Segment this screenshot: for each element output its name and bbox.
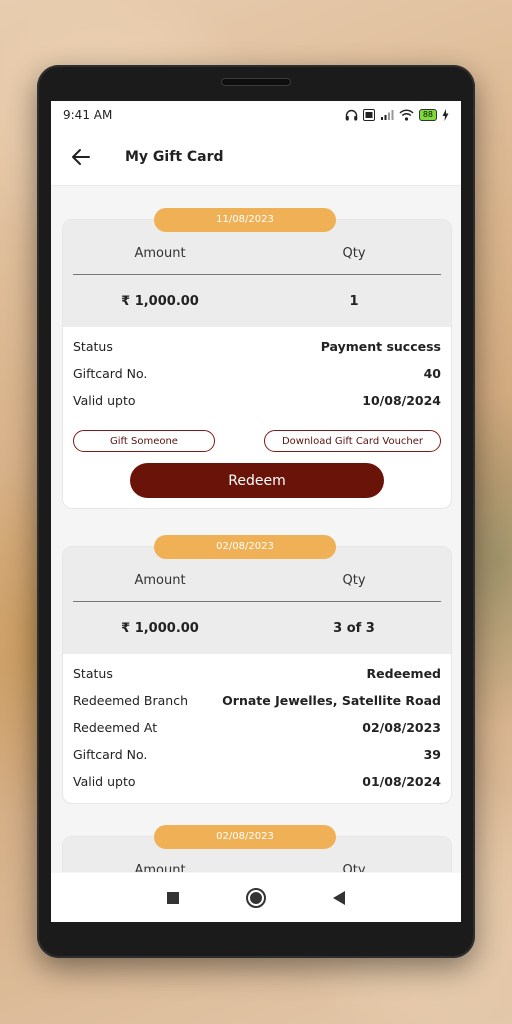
qty-header: Qty: [342, 862, 366, 873]
status-value: Payment success: [320, 339, 441, 354]
redeemed-branch-label: Redeemed Branch: [73, 693, 188, 708]
volte-icon: [362, 109, 375, 121]
phone-speaker: [221, 78, 291, 86]
recents-button[interactable]: [158, 883, 188, 913]
home-circle-icon: [245, 887, 266, 908]
card-header: Amount Qty ₹ 1,000.00 3 of 3: [63, 547, 451, 654]
amount-value: ₹ 1,000.00: [121, 293, 199, 309]
card-header: Amount Qty ₹ 1,000.00 1: [63, 220, 451, 327]
card-date-badge: 11/08/2023: [154, 208, 336, 232]
system-nav-bar: [51, 873, 461, 922]
amount-header: Amount: [134, 572, 186, 588]
signal-icon: [380, 110, 394, 120]
redeemed-branch-value: Ornate Jewelles, Satellite Road: [222, 693, 441, 708]
qty-value: 1: [349, 293, 359, 309]
giftcard-no-value: 39: [423, 747, 441, 762]
card-details: Status Redeemed Redeemed Branch Ornate J…: [63, 654, 451, 803]
status-label: Status: [73, 666, 113, 681]
back-button[interactable]: [67, 143, 95, 171]
gift-card: Amount Qty ₹ 1,000.00 1 Status Payment s…: [62, 219, 452, 509]
card-column-headers: Amount Qty: [63, 559, 451, 601]
arrow-left-icon: [72, 149, 90, 165]
gift-card: Amount Qty ₹ 1,000.00 3 of 3 Status Rede…: [62, 546, 452, 804]
status-icons: 88: [345, 109, 449, 121]
qty-header: Qty: [342, 572, 366, 588]
qty-value: 3 of 3: [333, 620, 375, 636]
detail-row-valid-upto: Valid upto 10/08/2024: [73, 387, 441, 414]
giftcard-no-label: Giftcard No.: [73, 366, 148, 381]
battery-icon: 88: [418, 109, 437, 121]
headphones-icon: [345, 109, 358, 121]
redeemed-at-label: Redeemed At: [73, 720, 158, 735]
back-triangle-icon: [333, 890, 346, 905]
phone-frame: 9:41 AM 88 My Gift Card 11/08/2023 Amoun…: [37, 65, 475, 958]
card-details: Status Payment success Giftcard No. 40 V…: [63, 327, 451, 422]
status-label: Status: [73, 339, 113, 354]
card-date-badge: 02/08/2023: [154, 825, 336, 849]
screen: 9:41 AM 88 My Gift Card 11/08/2023 Amoun…: [51, 101, 461, 922]
recents-square-icon: [166, 891, 179, 904]
amount-header: Amount: [134, 245, 186, 261]
home-button[interactable]: [241, 883, 271, 913]
valid-upto-label: Valid upto: [73, 393, 136, 408]
gift-card-list[interactable]: 11/08/2023 Amount Qty ₹ 1,000.00 1 Statu…: [51, 186, 461, 872]
status-time: 9:41 AM: [63, 108, 113, 122]
card-actions: Gift Someone Download Gift Card Voucher: [63, 430, 451, 452]
charging-icon: [442, 109, 449, 121]
valid-upto-value: 10/08/2024: [362, 393, 441, 408]
system-back-button[interactable]: [324, 883, 354, 913]
redeem-button[interactable]: Redeem: [130, 463, 384, 498]
card-column-headers: Amount Qty: [63, 849, 451, 873]
card-date-badge: 02/08/2023: [154, 535, 336, 559]
detail-row-giftcard-no: Giftcard No. 39: [73, 741, 441, 768]
app-bar: My Gift Card: [51, 129, 461, 186]
detail-row-redeemed-branch: Redeemed Branch Ornate Jewelles, Satelli…: [73, 687, 441, 714]
giftcard-no-value: 40: [423, 366, 441, 381]
status-bar: 9:41 AM 88: [51, 101, 461, 129]
card-values: ₹ 1,000.00 3 of 3: [63, 602, 451, 654]
detail-row-status: Status Redeemed: [73, 660, 441, 687]
valid-upto-value: 01/08/2024: [362, 774, 441, 789]
detail-row-giftcard-no: Giftcard No. 40: [73, 360, 441, 387]
amount-header: Amount: [134, 862, 186, 873]
detail-row-valid-upto: Valid upto 01/08/2024: [73, 768, 441, 795]
page-title: My Gift Card: [125, 149, 224, 165]
valid-upto-label: Valid upto: [73, 774, 136, 789]
card-column-headers: Amount Qty: [63, 232, 451, 274]
detail-row-redeemed-at: Redeemed At 02/08/2023: [73, 714, 441, 741]
download-voucher-button[interactable]: Download Gift Card Voucher: [264, 430, 441, 452]
card-values: ₹ 1,000.00 1: [63, 275, 451, 327]
status-value: Redeemed: [366, 666, 441, 681]
gift-someone-button[interactable]: Gift Someone: [73, 430, 215, 452]
qty-header: Qty: [342, 245, 366, 261]
wifi-icon: [399, 109, 414, 121]
amount-value: ₹ 1,000.00: [121, 620, 199, 636]
detail-row-status: Status Payment success: [73, 333, 441, 360]
redeemed-at-value: 02/08/2023: [362, 720, 441, 735]
giftcard-no-label: Giftcard No.: [73, 747, 148, 762]
